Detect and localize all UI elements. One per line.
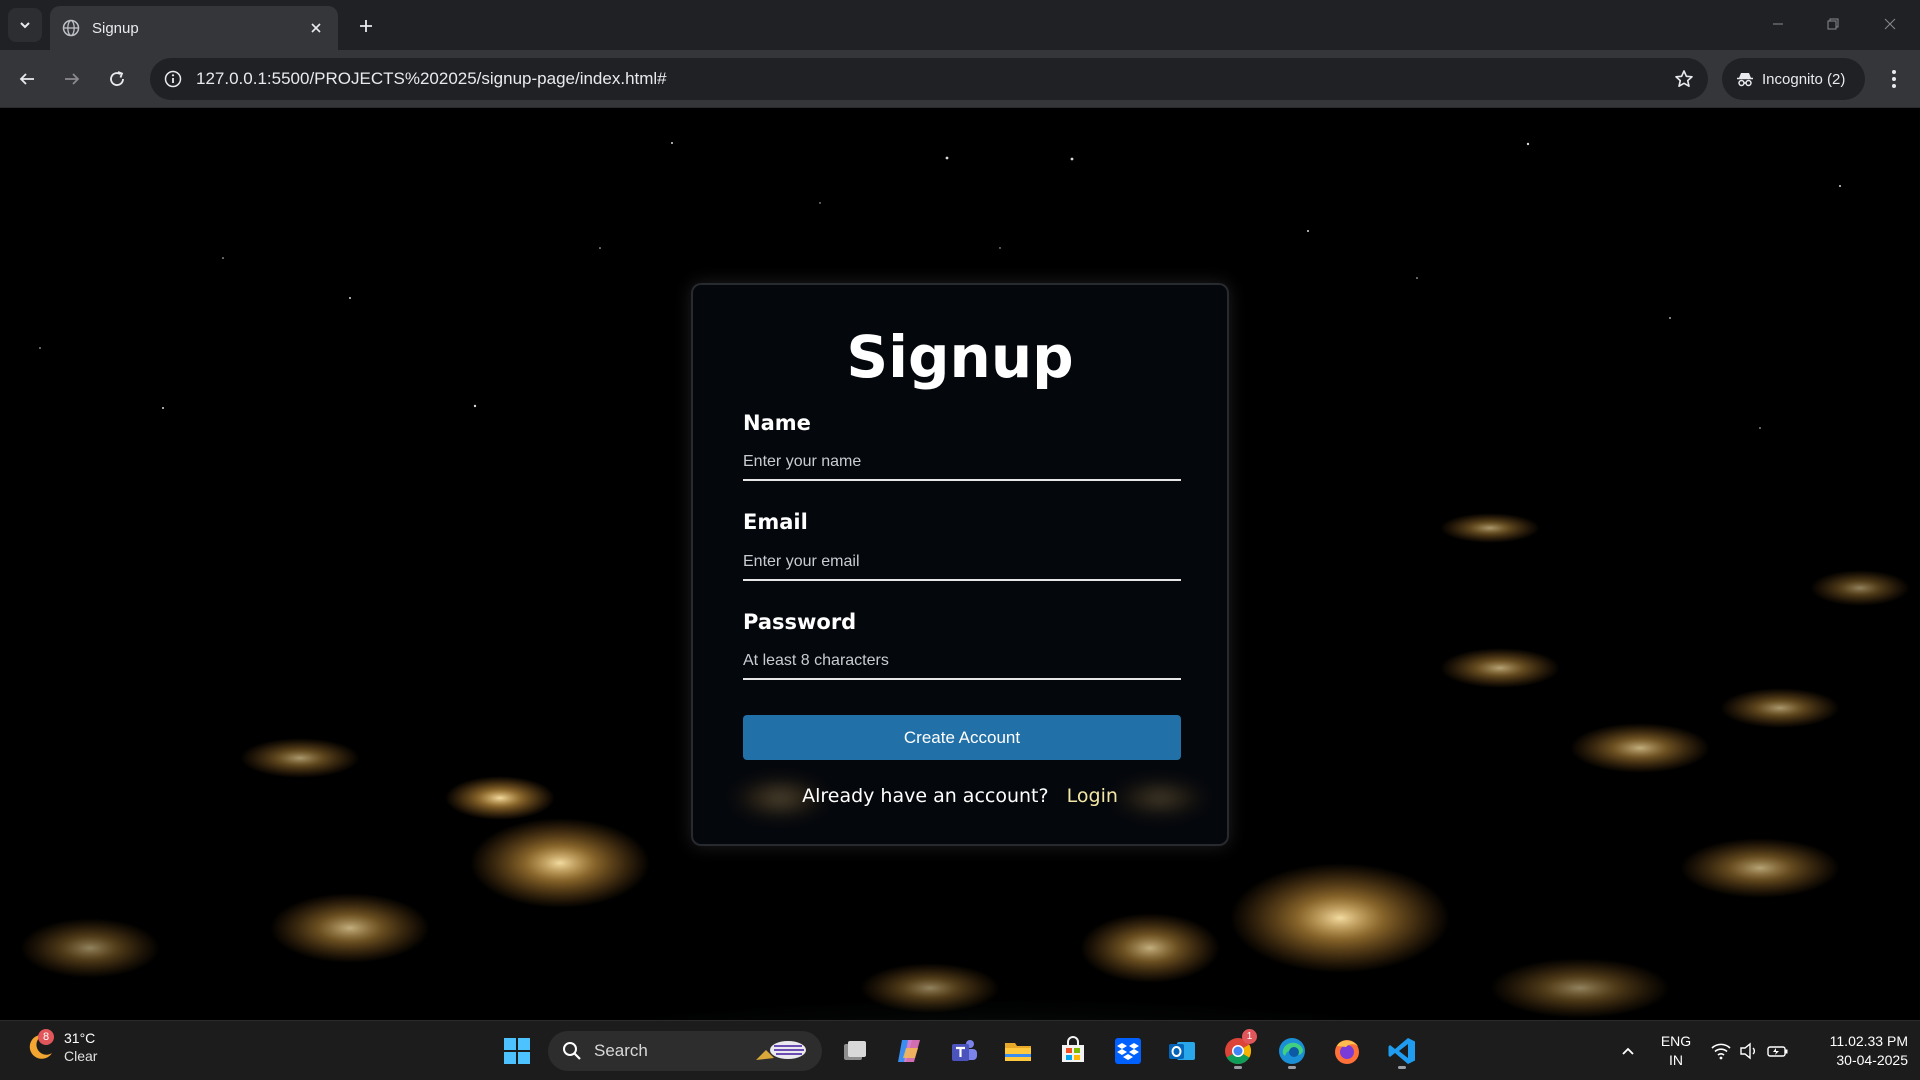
tab-signup[interactable]: Signup [50, 6, 338, 50]
minimize-button[interactable] [1758, 10, 1798, 38]
chevron-up-icon [1622, 1047, 1634, 1055]
restore-icon [1827, 18, 1839, 30]
browser-tabstrip: Signup [0, 0, 1920, 50]
reload-button[interactable] [101, 63, 133, 95]
taskbar: 8 31°C Clear Search 1 ENG IN 11.02.33 PM… [0, 1020, 1920, 1080]
address-bar[interactable]: 127.0.0.1:5500/PROJECTS%202025/signup-pa… [150, 58, 1708, 100]
close-window-button[interactable] [1870, 10, 1910, 38]
weather-badge: 8 [38, 1029, 54, 1045]
teams-button[interactable] [944, 1031, 984, 1071]
weather-temperature: 31°C [64, 1030, 96, 1046]
restore-button[interactable] [1813, 10, 1853, 38]
weather-widget[interactable]: 8 31°C Clear [24, 1029, 97, 1065]
close-icon [1884, 18, 1896, 30]
vscode-icon [1388, 1038, 1415, 1064]
new-tab-button[interactable] [352, 12, 380, 40]
close-icon [311, 23, 321, 33]
store-button[interactable] [1053, 1031, 1093, 1071]
task-view-button[interactable] [835, 1031, 875, 1071]
search-icon [563, 1042, 581, 1060]
running-indicator [1288, 1066, 1296, 1069]
clock-date: 30-04-2025 [1836, 1052, 1908, 1068]
edge-icon [1279, 1038, 1305, 1064]
dropbox-button[interactable] [1108, 1031, 1148, 1071]
browser-toolbar: 127.0.0.1:5500/PROJECTS%202025/signup-pa… [0, 50, 1920, 108]
vscode-button[interactable] [1382, 1031, 1422, 1071]
region-code: IN [1669, 1052, 1683, 1068]
login-link[interactable]: Login [1067, 785, 1118, 807]
clock[interactable]: 11.02.33 PM 30-04-2025 [1806, 1032, 1908, 1070]
wifi-icon [1711, 1043, 1731, 1060]
windows-start-icon [504, 1038, 530, 1064]
name-field[interactable] [743, 445, 1181, 481]
tab-list-icon [20, 22, 30, 29]
kebab-menu-icon [1892, 70, 1896, 88]
login-prompt-row: Already have an account? Login [693, 785, 1227, 807]
file-explorer-button[interactable] [998, 1031, 1038, 1071]
password-label: Password [743, 610, 857, 634]
create-account-button[interactable]: Create Account [743, 715, 1181, 760]
search-highlight-icon [756, 1041, 806, 1060]
running-indicator [1234, 1066, 1242, 1069]
password-field[interactable] [743, 644, 1181, 680]
task-view-icon [844, 1041, 866, 1060]
back-button[interactable] [11, 63, 43, 95]
name-label: Name [743, 411, 811, 435]
browser-menu-button[interactable] [1878, 63, 1910, 95]
info-icon[interactable] [164, 70, 182, 88]
forward-button[interactable] [56, 63, 88, 95]
incognito-label: Incognito (2) [1762, 70, 1846, 88]
url-text[interactable]: 127.0.0.1:5500/PROJECTS%202025/signup-pa… [196, 69, 1674, 89]
firefox-icon [1335, 1040, 1359, 1064]
email-label: Email [743, 510, 808, 534]
system-tray-status[interactable] [1705, 1031, 1795, 1071]
volume-icon [1740, 1042, 1755, 1060]
tab-title: Signup [92, 19, 139, 37]
weather-condition: Clear [64, 1048, 98, 1064]
outlook-icon [1169, 1042, 1195, 1060]
tab-close-button[interactable] [306, 18, 326, 38]
login-prompt-text: Already have an account? [802, 785, 1049, 807]
tab-search-button[interactable] [8, 8, 42, 42]
store-icon [1062, 1036, 1084, 1062]
star-icon[interactable] [1674, 69, 1694, 89]
copilot-button[interactable] [889, 1031, 929, 1071]
globe-icon [62, 19, 80, 37]
firefox-button[interactable] [1327, 1031, 1367, 1071]
running-indicator [1398, 1066, 1406, 1069]
minimize-icon [1773, 23, 1783, 25]
chrome-button[interactable]: 1 [1218, 1029, 1258, 1071]
start-button[interactable] [497, 1031, 537, 1071]
incognito-indicator[interactable]: Incognito (2) [1722, 58, 1865, 100]
taskbar-search[interactable]: Search [548, 1031, 822, 1071]
page-background: Signup Name Email Password Create Accoun… [0, 108, 1920, 1020]
teams-icon [952, 1040, 977, 1061]
chrome-badge: 1 [1242, 1029, 1257, 1044]
email-field[interactable] [743, 545, 1181, 581]
show-hidden-icons-button[interactable] [1608, 1031, 1648, 1071]
incognito-icon [1737, 73, 1753, 87]
signup-card: Signup Name Email Password Create Accoun… [691, 283, 1229, 846]
reload-icon [110, 71, 124, 86]
language-indicator[interactable]: ENG IN [1658, 1032, 1694, 1070]
search-label: Search [594, 1041, 648, 1060]
battery-icon [1767, 1046, 1788, 1057]
page-title: Signup [846, 323, 1074, 391]
language-code: ENG [1660, 1033, 1692, 1049]
copilot-icon [898, 1040, 920, 1062]
dropbox-icon [1115, 1038, 1141, 1064]
outlook-button[interactable] [1162, 1031, 1202, 1071]
back-icon [19, 73, 34, 85]
edge-button[interactable] [1272, 1031, 1312, 1071]
file-explorer-icon [1005, 1043, 1031, 1061]
plus-icon [360, 20, 372, 32]
forward-icon [65, 73, 80, 85]
clock-time: 11.02.33 PM [1829, 1033, 1908, 1049]
